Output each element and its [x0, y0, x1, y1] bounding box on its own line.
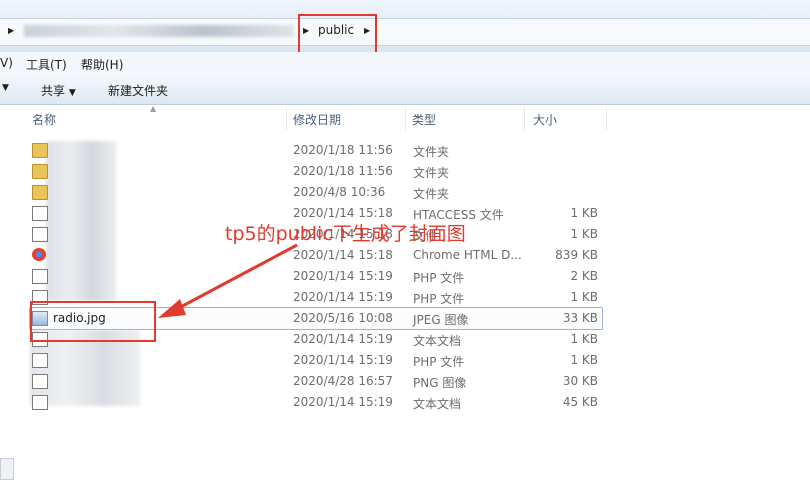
table-row[interactable]: 2020/1/14 15:18 Chrome HTML D... 839 KB: [0, 245, 810, 266]
file-type: Chrome HTML D...: [413, 248, 522, 262]
new-folder-button[interactable]: 新建文件夹: [108, 82, 168, 99]
file-date: 2020/4/8 10:36: [293, 185, 386, 199]
file-type: 文件夹: [413, 187, 450, 201]
file-date: 2020/1/18 11:56: [293, 164, 393, 178]
file-size: 1 KB: [570, 227, 598, 241]
column-type-label: 类型: [412, 113, 437, 127]
sort-up-icon: ▲: [150, 104, 157, 113]
file-date: 2020/1/18 11:56: [293, 143, 393, 157]
table-row[interactable]: 2020/1/14 15:19 PHP 文件 1 KB: [0, 350, 810, 371]
folder-icon: [32, 185, 48, 200]
column-size-label: 大小: [533, 113, 558, 127]
file-size: 1 KB: [570, 206, 598, 220]
highlight-box-file: [30, 301, 156, 342]
file-icon: [32, 269, 48, 284]
file-type: 文本文档: [413, 334, 462, 348]
file-type: PHP 文件: [413, 292, 465, 306]
file-size: 1 KB: [570, 290, 598, 304]
file-size: 33 KB: [562, 311, 598, 325]
share-button[interactable]: 共享 ▼: [41, 82, 76, 99]
file-date: 2020/1/14 15:18: [293, 206, 393, 220]
redacted-path: [24, 25, 294, 37]
chevron-down-icon[interactable]: ▼: [2, 83, 9, 93]
table-row[interactable]: 2020/4/8 10:36 文件夹: [0, 182, 810, 203]
share-label: 共享: [41, 84, 66, 98]
column-header-name[interactable]: 名称 ▲: [26, 104, 287, 130]
menu-view[interactable]: V): [0, 56, 13, 70]
column-header-date[interactable]: 修改日期: [287, 108, 406, 130]
file-date: 2020/1/14 15:19: [293, 290, 393, 304]
file-icon: [32, 374, 48, 389]
file-size: 45 KB: [562, 395, 598, 409]
file-type: 文件夹: [413, 145, 450, 159]
folder-icon: [32, 164, 48, 179]
file-date: 2020/1/14 15:18: [293, 248, 393, 262]
file-date: 2020/4/28 16:57: [293, 374, 393, 388]
table-row[interactable]: 2020/1/14 15:19 文本文档 45 KB: [0, 392, 810, 413]
column-header-type[interactable]: 类型: [406, 108, 525, 130]
file-date: 2020/1/14 15:19: [293, 395, 393, 409]
column-header-size[interactable]: 大小: [527, 108, 607, 130]
file-size: 30 KB: [562, 374, 598, 388]
column-date-label: 修改日期: [293, 113, 342, 127]
file-type: 文件夹: [413, 166, 450, 180]
menu-help[interactable]: 帮助(H): [81, 56, 123, 73]
file-date: 2020/1/14 15:19: [293, 332, 393, 346]
file-icon: [32, 395, 48, 410]
file-size: 1 KB: [570, 332, 598, 346]
file-icon: [32, 206, 48, 221]
table-row[interactable]: 2020/1/14 15:19 PHP 文件 2 KB: [0, 266, 810, 287]
menu-tools[interactable]: 工具(T): [26, 56, 67, 73]
chevron-down-icon: ▼: [68, 88, 76, 98]
file-type: PHP 文件: [413, 271, 465, 285]
folder-icon: [32, 143, 48, 158]
breadcrumb-arrow-icon[interactable]: ▶: [8, 26, 14, 35]
file-type: PHP 文件: [413, 355, 465, 369]
table-row[interactable]: 2020/1/18 11:56 文件夹: [0, 161, 810, 182]
file-type: 文本文档: [413, 397, 462, 411]
file-date: 2020/1/14 15:19: [293, 353, 393, 367]
table-row[interactable]: 2020/1/18 11:56 文件夹: [0, 140, 810, 161]
file-icon: [32, 353, 48, 368]
file-date: 2020/1/14 15:19: [293, 269, 393, 283]
file-size: 1 KB: [570, 353, 598, 367]
table-row[interactable]: 2020/4/28 16:57 PNG 图像 30 KB: [0, 371, 810, 392]
address-bar[interactable]: ▶ ▶ public ▶: [0, 18, 810, 46]
scrollbar-corner[interactable]: [0, 458, 14, 480]
file-date: 2020/5/16 10:08: [293, 311, 393, 325]
annotation-text: tp5的public下生成了封面图: [225, 223, 466, 245]
file-type: PNG 图像: [413, 376, 467, 390]
file-icon: [32, 227, 48, 242]
column-name-label: 名称: [32, 113, 57, 127]
file-size: 2 KB: [570, 269, 598, 283]
file-size: 839 KB: [555, 248, 598, 262]
toolbar: ▼ 共享 ▼ 新建文件夹: [0, 74, 810, 105]
menu-bar: V) 工具(T) 帮助(H): [0, 52, 810, 74]
address-bar-area: ▶ ▶ public ▶: [0, 0, 810, 53]
chrome-icon: [32, 248, 46, 261]
file-type: JPEG 图像: [413, 313, 469, 327]
